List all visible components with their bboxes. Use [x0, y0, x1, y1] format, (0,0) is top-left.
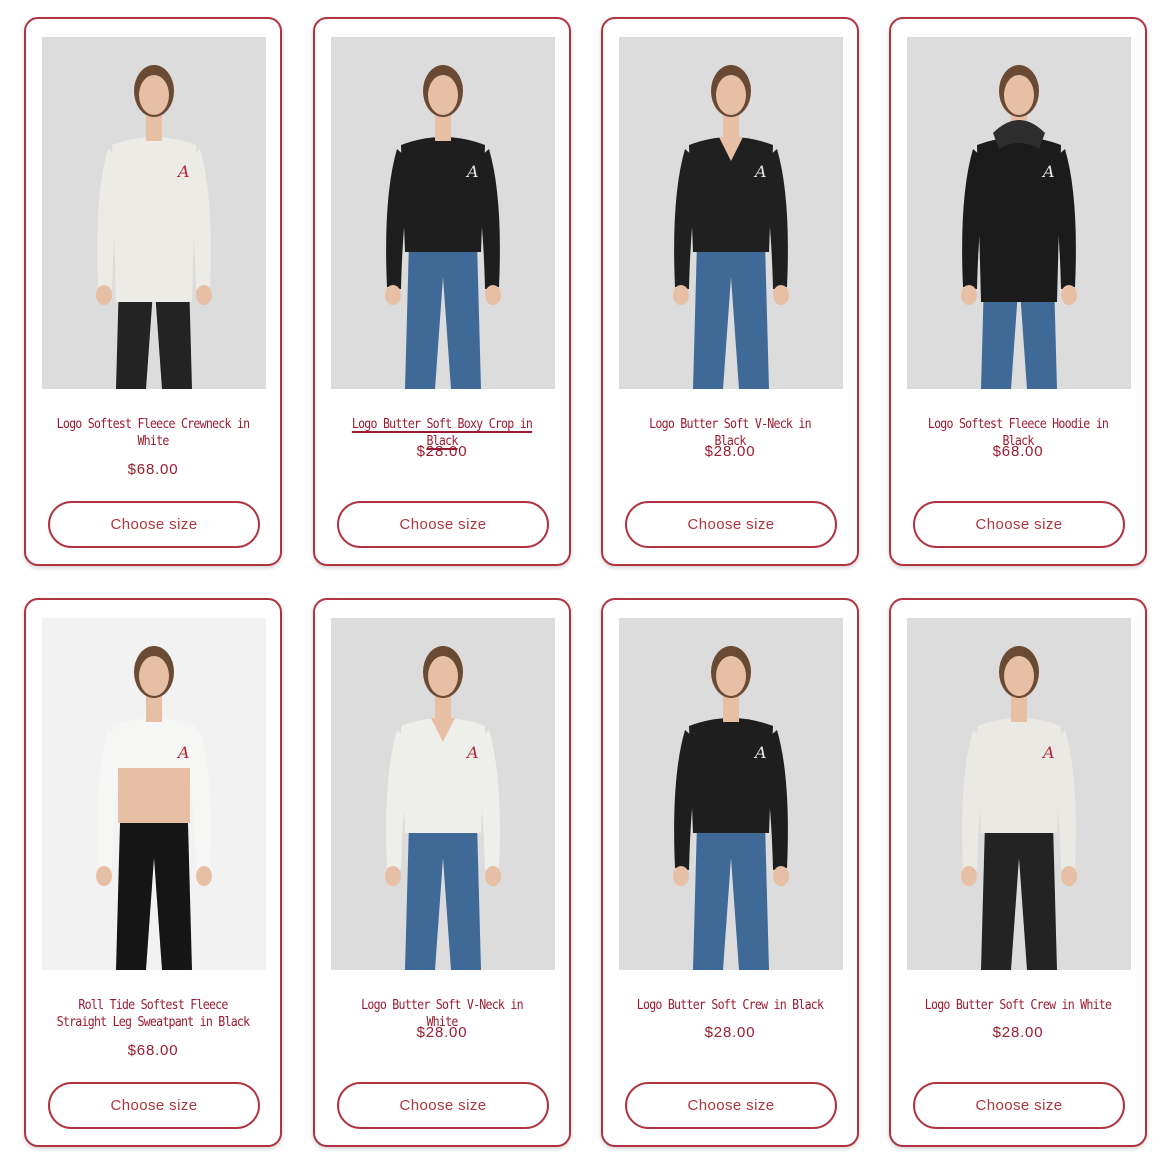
logo-mark: A — [1041, 743, 1055, 762]
choose-size-button[interactable]: Choose size — [913, 1082, 1125, 1129]
product-card[interactable]: A Logo Butter Soft Crew in White $28.00 … — [889, 598, 1147, 1147]
model-illustration: A — [907, 37, 1131, 389]
product-photo[interactable]: A — [619, 618, 843, 970]
choose-size-button[interactable]: Choose size — [625, 501, 837, 548]
product-card[interactable]: A Roll Tide Softest Fleece Straight Leg … — [24, 598, 282, 1147]
product-card[interactable]: A Logo Butter Soft Crew in Black $28.00 … — [601, 598, 859, 1147]
product-photo[interactable]: A — [907, 37, 1131, 389]
logo-mark: A — [753, 162, 767, 181]
logo-mark: A — [465, 162, 479, 181]
logo-mark: A — [176, 743, 190, 762]
product-title[interactable]: Roll Tide Softest Fleece Straight Leg Sw… — [56, 997, 250, 1031]
product-price: $68.00 — [127, 1042, 179, 1059]
product-card[interactable]: A Logo Softest Fleece Crewneck in White … — [24, 17, 282, 566]
product-photo[interactable]: A — [42, 37, 266, 389]
model-illustration: A — [331, 37, 555, 389]
model-illustration: A — [42, 618, 266, 970]
model-illustration: A — [619, 37, 843, 389]
product-card[interactable]: A Logo Butter Soft Boxy Crop in Black $2… — [313, 17, 571, 566]
product-price: $28.00 — [704, 443, 756, 460]
product-price: $28.00 — [416, 443, 468, 460]
product-grid: A Logo Softest Fleece Crewneck in White … — [0, 0, 1170, 1164]
choose-size-button[interactable]: Choose size — [337, 1082, 549, 1129]
choose-size-button[interactable]: Choose size — [337, 501, 549, 548]
product-price: $68.00 — [127, 461, 179, 478]
product-card[interactable]: A Logo Softest Fleece Hoodie in Black $6… — [889, 17, 1147, 566]
logo-mark: A — [753, 743, 767, 762]
logo-mark: A — [176, 162, 190, 181]
product-card[interactable]: A Logo Butter Soft V-Neck in White $28.0… — [313, 598, 571, 1147]
product-card[interactable]: A Logo Butter Soft V-Neck in Black $28.0… — [601, 17, 859, 566]
choose-size-button[interactable]: Choose size — [625, 1082, 837, 1129]
product-photo[interactable]: A — [619, 37, 843, 389]
product-photo[interactable]: A — [907, 618, 1131, 970]
model-illustration: A — [42, 37, 266, 389]
choose-size-button[interactable]: Choose size — [48, 1082, 260, 1129]
product-photo[interactable]: A — [42, 618, 266, 970]
product-photo[interactable]: A — [331, 37, 555, 389]
product-photo[interactable]: A — [331, 618, 555, 970]
logo-mark: A — [465, 743, 479, 762]
product-title[interactable]: Logo Butter Soft Crew in Black — [633, 997, 827, 1014]
choose-size-button[interactable]: Choose size — [48, 501, 260, 548]
product-price: $68.00 — [992, 443, 1044, 460]
model-illustration: A — [619, 618, 843, 970]
product-price: $28.00 — [992, 1024, 1044, 1041]
product-price: $28.00 — [704, 1024, 756, 1041]
model-illustration: A — [907, 618, 1131, 970]
logo-mark: A — [1041, 162, 1055, 181]
product-price: $28.00 — [416, 1024, 468, 1041]
choose-size-button[interactable]: Choose size — [913, 501, 1125, 548]
model-illustration: A — [331, 618, 555, 970]
product-title[interactable]: Logo Butter Soft Crew in White — [921, 997, 1115, 1014]
product-title[interactable]: Logo Softest Fleece Crewneck in White — [56, 416, 250, 450]
